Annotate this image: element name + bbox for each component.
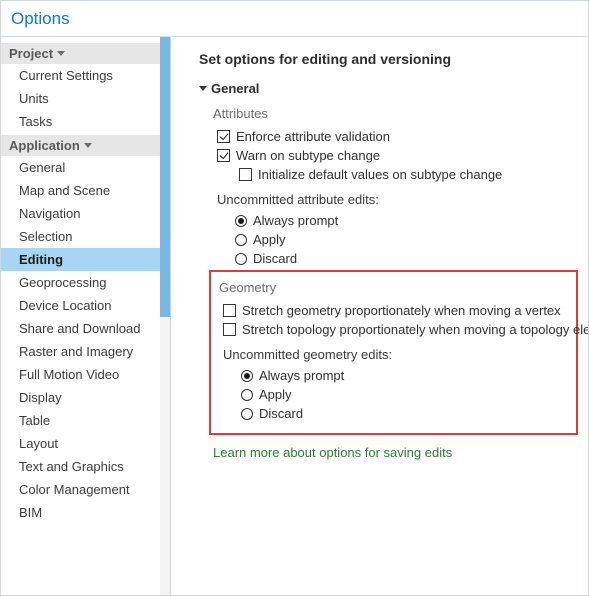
radio-label: Discard bbox=[253, 251, 297, 266]
sidebar-item-navigation[interactable]: Navigation bbox=[1, 202, 160, 225]
radio-label: Always prompt bbox=[259, 368, 344, 383]
radio-label: Discard bbox=[259, 406, 303, 421]
subsection-attributes: Attributes Enforce attribute validation … bbox=[199, 106, 578, 460]
checkbox-warn-on-subtype-change[interactable]: Warn on subtype change bbox=[217, 146, 578, 165]
sidebar: Project Current Settings Units Tasks App… bbox=[1, 37, 171, 595]
checkbox-stretch-geometry[interactable]: Stretch geometry proportionately when mo… bbox=[223, 301, 570, 320]
sidebar-item-selection[interactable]: Selection bbox=[1, 225, 160, 248]
window-title: Options bbox=[11, 9, 70, 29]
radio-icon bbox=[235, 215, 247, 227]
sidebar-item-color-management[interactable]: Color Management bbox=[1, 478, 160, 501]
checkbox-stretch-topology[interactable]: Stretch topology proportionately when mo… bbox=[223, 320, 570, 339]
sidebar-item-geoprocessing[interactable]: Geoprocessing bbox=[1, 271, 160, 294]
radio-label: Apply bbox=[253, 232, 286, 247]
sidebar-tree: Project Current Settings Units Tasks App… bbox=[1, 37, 160, 595]
radio-attr-always-prompt[interactable]: Always prompt bbox=[235, 211, 578, 230]
sidebar-item-display[interactable]: Display bbox=[1, 386, 160, 409]
geometry-highlight-box: Geometry Stretch geometry proportionatel… bbox=[209, 270, 578, 435]
checkbox-label: Warn on subtype change bbox=[236, 148, 380, 163]
uncommitted-attribute-edits-label: Uncommitted attribute edits: bbox=[217, 192, 578, 207]
checkbox-icon bbox=[223, 304, 236, 317]
attributes-label: Attributes bbox=[213, 106, 578, 121]
sidebar-item-table[interactable]: Table bbox=[1, 409, 160, 432]
options-dialog: Options Project Current Settings Units T… bbox=[0, 0, 589, 596]
checkbox-label: Enforce attribute validation bbox=[236, 129, 390, 144]
group-label: Application bbox=[9, 138, 80, 153]
sidebar-item-full-motion-video[interactable]: Full Motion Video bbox=[1, 363, 160, 386]
sidebar-item-device-location[interactable]: Device Location bbox=[1, 294, 160, 317]
checkbox-label: Stretch topology proportionately when mo… bbox=[242, 322, 588, 337]
sidebar-group-project[interactable]: Project bbox=[1, 43, 160, 64]
sidebar-item-text-and-graphics[interactable]: Text and Graphics bbox=[1, 455, 160, 478]
learn-more-link[interactable]: Learn more about options for saving edit… bbox=[213, 445, 578, 460]
checkbox-icon bbox=[217, 149, 230, 162]
scrollbar-thumb[interactable] bbox=[160, 37, 170, 317]
chevron-down-icon bbox=[57, 51, 65, 56]
sidebar-item-units[interactable]: Units bbox=[1, 87, 160, 110]
sidebar-item-share-and-download[interactable]: Share and Download bbox=[1, 317, 160, 340]
title-bar: Options bbox=[1, 1, 588, 37]
checkbox-enforce-attribute-validation[interactable]: Enforce attribute validation bbox=[217, 127, 578, 146]
radio-geom-apply[interactable]: Apply bbox=[241, 385, 570, 404]
group-label: Project bbox=[9, 46, 53, 61]
sidebar-item-bim[interactable]: BIM bbox=[1, 501, 160, 524]
sidebar-item-current-settings[interactable]: Current Settings bbox=[1, 64, 160, 87]
radio-attr-apply[interactable]: Apply bbox=[235, 230, 578, 249]
radio-icon bbox=[241, 370, 253, 382]
section-label: General bbox=[211, 81, 259, 96]
sidebar-scrollbar[interactable] bbox=[160, 37, 170, 595]
radio-label: Always prompt bbox=[253, 213, 338, 228]
geometry-label: Geometry bbox=[219, 280, 570, 295]
content-pane: Set options for editing and versioning G… bbox=[171, 37, 588, 595]
checkbox-label: Stretch geometry proportionately when mo… bbox=[242, 303, 561, 318]
uncommitted-geometry-edits-label: Uncommitted geometry edits: bbox=[223, 347, 570, 362]
radio-attr-discard[interactable]: Discard bbox=[235, 249, 578, 268]
checkbox-icon bbox=[223, 323, 236, 336]
sidebar-group-application[interactable]: Application bbox=[1, 135, 160, 156]
dialog-body: Project Current Settings Units Tasks App… bbox=[1, 37, 588, 595]
sidebar-item-tasks[interactable]: Tasks bbox=[1, 110, 160, 133]
checkbox-initialize-default-values[interactable]: Initialize default values on subtype cha… bbox=[239, 165, 578, 184]
checkbox-icon bbox=[217, 130, 230, 143]
radio-geom-always-prompt[interactable]: Always prompt bbox=[241, 366, 570, 385]
page-heading: Set options for editing and versioning bbox=[199, 51, 578, 67]
section-general[interactable]: General bbox=[199, 81, 578, 96]
radio-icon bbox=[241, 389, 253, 401]
checkbox-icon bbox=[239, 168, 252, 181]
radio-icon bbox=[235, 234, 247, 246]
sidebar-item-editing[interactable]: Editing bbox=[1, 248, 160, 271]
radio-geom-discard[interactable]: Discard bbox=[241, 404, 570, 423]
sidebar-item-map-and-scene[interactable]: Map and Scene bbox=[1, 179, 160, 202]
sidebar-item-layout[interactable]: Layout bbox=[1, 432, 160, 455]
radio-icon bbox=[241, 408, 253, 420]
sidebar-item-general[interactable]: General bbox=[1, 156, 160, 179]
chevron-down-icon bbox=[199, 86, 207, 91]
radio-label: Apply bbox=[259, 387, 292, 402]
radio-icon bbox=[235, 253, 247, 265]
chevron-down-icon bbox=[84, 143, 92, 148]
sidebar-item-raster-and-imagery[interactable]: Raster and Imagery bbox=[1, 340, 160, 363]
checkbox-label: Initialize default values on subtype cha… bbox=[258, 167, 502, 182]
